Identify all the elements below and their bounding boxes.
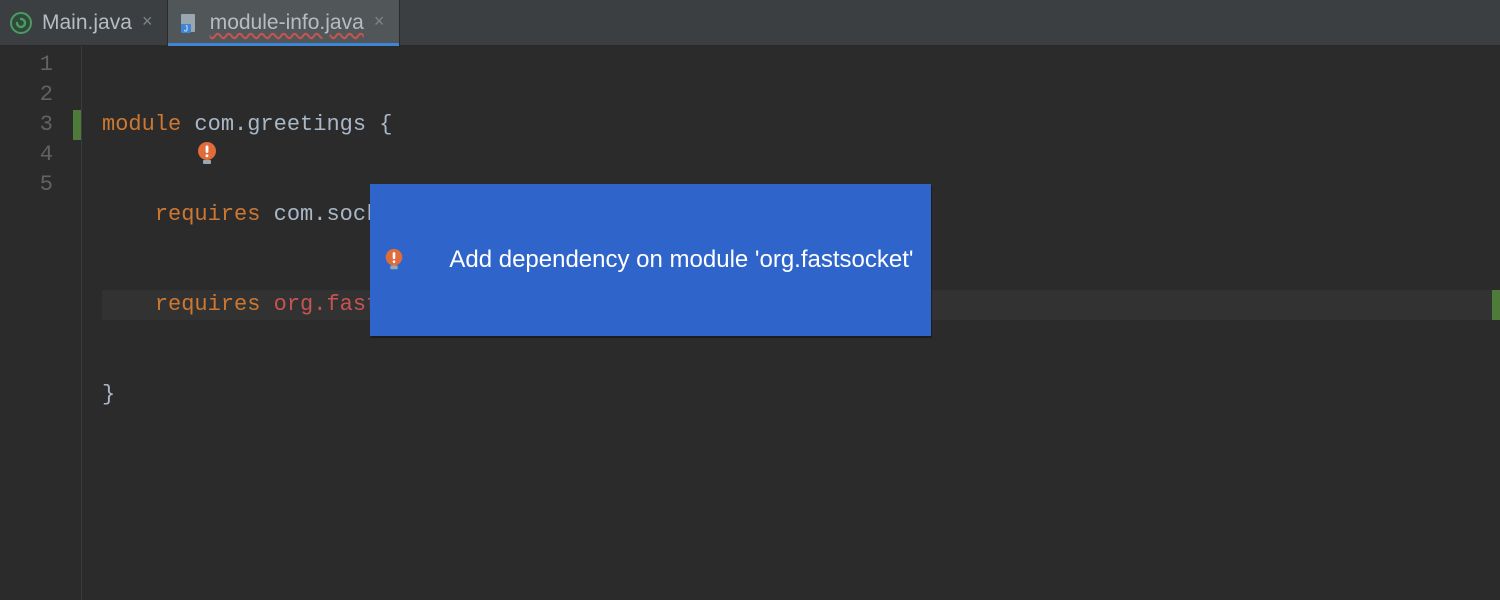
intention-bulb-icon[interactable] bbox=[194, 81, 220, 107]
tab-close-icon[interactable]: × bbox=[374, 13, 385, 33]
intention-bulb-icon bbox=[382, 188, 435, 332]
code-line: module com.greetings { bbox=[102, 110, 1500, 140]
tab-close-icon[interactable]: × bbox=[142, 13, 153, 33]
line-number: 1 bbox=[0, 50, 53, 80]
code-area[interactable]: module com.greetings { requires com.sock… bbox=[82, 46, 1500, 600]
line-number: 2 bbox=[0, 80, 53, 110]
line-number: 5 bbox=[0, 170, 53, 200]
tab-main-java[interactable]: Main.java × bbox=[0, 0, 168, 45]
line-number: 4 bbox=[0, 140, 53, 170]
indent bbox=[102, 292, 155, 317]
vcs-change-marker bbox=[73, 110, 81, 140]
editor: 1 2 3 4 5 module com.greetings { require… bbox=[0, 46, 1500, 600]
tab-module-info[interactable]: J module-info.java × bbox=[168, 0, 400, 45]
line-number: 3 bbox=[0, 110, 53, 140]
tab-label: module-info.java bbox=[210, 11, 364, 35]
java-class-icon bbox=[10, 12, 32, 34]
java-file-icon: J bbox=[178, 12, 200, 34]
brace: { bbox=[379, 112, 392, 137]
gutter: 1 2 3 4 5 bbox=[0, 46, 82, 600]
tab-bar: Main.java × J module-info.java × bbox=[0, 0, 1500, 46]
tab-label: Main.java bbox=[42, 11, 132, 35]
code-line: } bbox=[102, 380, 1500, 410]
intention-popup[interactable]: Add dependency on module 'org.fastsocket… bbox=[370, 184, 931, 336]
intention-label: Add dependency on module 'org.fastsocket… bbox=[449, 245, 913, 275]
keyword: module bbox=[102, 112, 181, 137]
indent bbox=[102, 202, 155, 227]
svg-text:J: J bbox=[184, 24, 188, 33]
code-line bbox=[102, 470, 1500, 500]
keyword: requires bbox=[155, 292, 261, 317]
brace: } bbox=[102, 382, 115, 407]
